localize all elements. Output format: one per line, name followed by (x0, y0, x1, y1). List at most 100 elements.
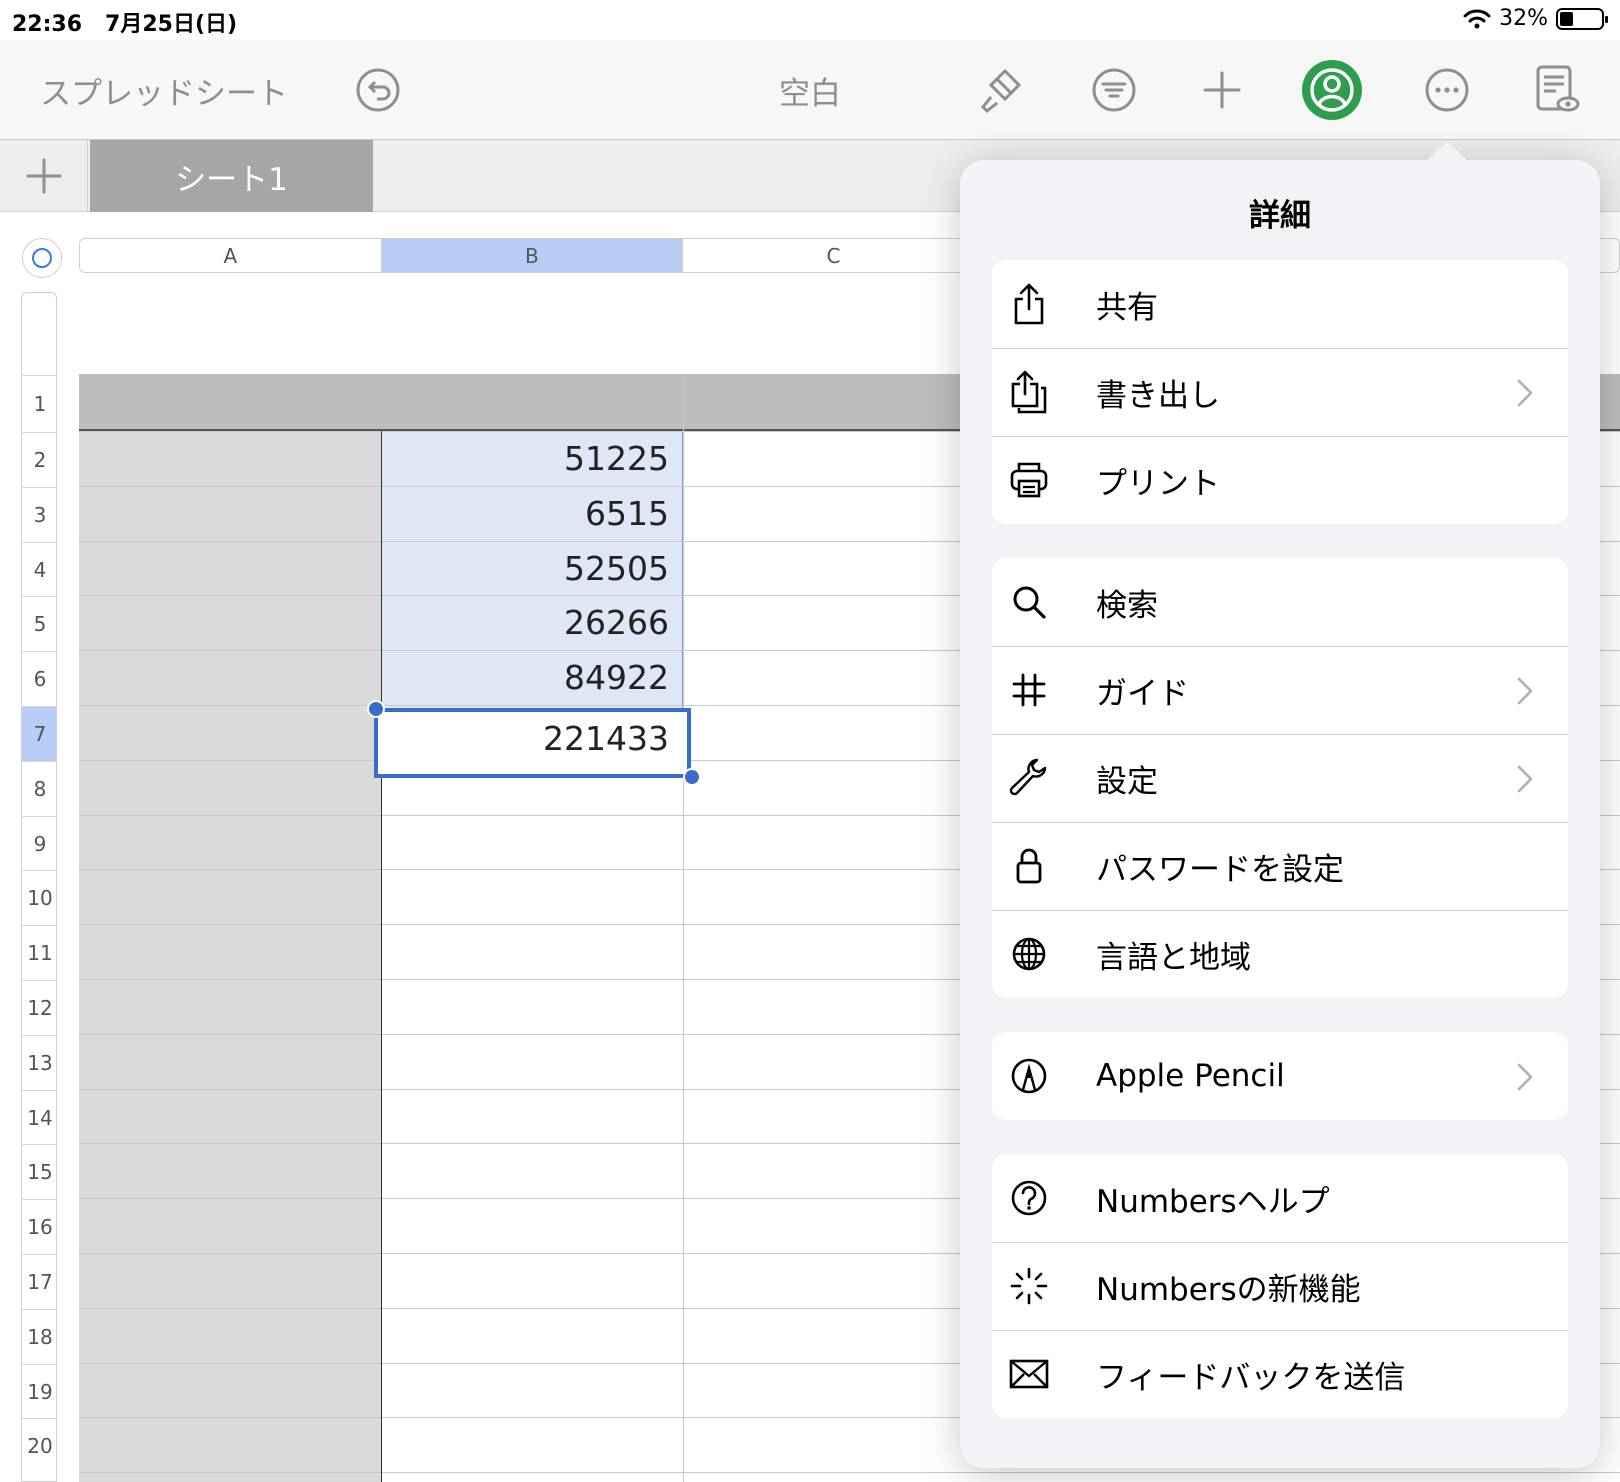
menu-item-label: 設定 (1096, 763, 1158, 800)
grid-row-line (79, 1472, 1620, 1474)
menu-item-printer[interactable]: プリント (992, 436, 1568, 524)
chevron-right-icon (1516, 764, 1534, 798)
column-header-a[interactable]: A (80, 239, 382, 272)
cell-b3[interactable]: 6515 (381, 486, 683, 542)
menu-item-label: 書き出し (1096, 377, 1220, 414)
more-menu-popover: 詳細 共有書き出しプリント検索ガイド設定パスワードを設定 言語と地域 Apple P… (960, 142, 1600, 1468)
add-sheet-button[interactable] (0, 140, 88, 212)
filter-icon (1092, 68, 1136, 112)
collaborate-button[interactable] (1300, 58, 1364, 122)
chevron-right-icon (1516, 1062, 1534, 1096)
row-header-9[interactable]: 9 (22, 815, 56, 871)
cell-b5[interactable]: 26266 (381, 595, 683, 651)
insert-button[interactable] (1190, 58, 1254, 122)
plus-icon (1203, 71, 1241, 109)
row-header-8[interactable]: 8 (22, 760, 56, 816)
menu-item-label: 検索 (1096, 587, 1158, 624)
menu-item-wrench[interactable]: 設定 (992, 734, 1568, 822)
status-time: 22:36 7月25日(日) (12, 6, 237, 38)
menu-item-lock[interactable]: パスワードを設定 (992, 822, 1568, 910)
reader-view-button[interactable] (1525, 58, 1589, 122)
row-header-14[interactable]: 14 (22, 1089, 56, 1145)
wifi-icon (1463, 9, 1491, 28)
row-header-4[interactable]: 4 (22, 541, 56, 597)
row-header-3[interactable]: 3 (22, 486, 56, 542)
menu-item-label: Apple Pencil (1096, 1058, 1285, 1094)
menu-group-4: Numbersヘルプ Numbersの新機能フィードバックを送信 (992, 1154, 1568, 1418)
menu-group-1: 共有書き出しプリント (992, 260, 1568, 524)
collaborate-icon (1302, 60, 1362, 120)
menu-group-3: Apple Pencil (992, 1032, 1568, 1120)
menu-item-sparkle[interactable]: Numbersの新機能 (992, 1242, 1568, 1330)
grid-column-line (683, 374, 684, 1482)
menu-item-grid-hash[interactable]: ガイド (992, 646, 1568, 734)
menu-item-export[interactable]: 書き出し (992, 348, 1568, 436)
battery-icon (1556, 7, 1608, 30)
row-header-7[interactable]: 7 (22, 706, 56, 761)
row-header-11[interactable]: 11 (22, 925, 56, 980)
menu-item-label: 共有 (1096, 289, 1158, 326)
menu-item-label: ガイド (1096, 675, 1189, 712)
clock-time: 22:36 (12, 12, 83, 37)
menu-item-help[interactable]: Numbersヘルプ (992, 1154, 1568, 1242)
undo-icon (356, 68, 400, 112)
menu-item-globe[interactable]: 言語と地域 (992, 910, 1568, 998)
reader-view-icon (1536, 65, 1580, 112)
more-button[interactable] (1415, 58, 1479, 122)
row-header-bar: 1 2 3 4 5 6 7 8 9 10 11 12 13 14 15 16 17 18 19 20 (21, 292, 57, 1482)
clock-date: 7月25日(日) (105, 12, 238, 37)
row-header-19[interactable]: 19 (22, 1363, 56, 1419)
status-right: 32% (1463, 6, 1608, 31)
circle-icon (32, 248, 52, 268)
row-header-20[interactable]: 20 (22, 1418, 56, 1473)
menu-item-share[interactable]: 共有 (992, 260, 1568, 348)
menu-item-pencil-tip[interactable]: Apple Pencil (992, 1032, 1568, 1120)
sort-filter-button[interactable] (1082, 58, 1146, 122)
cell-b2[interactable]: 51225 (381, 431, 683, 487)
popover-title: 詳細 (1249, 198, 1311, 234)
format-button[interactable] (970, 58, 1034, 122)
menu-item-label: Numbersヘルプ (1096, 1183, 1330, 1220)
cell-b6[interactable]: 84922 (381, 650, 683, 706)
toolbar: スプレッドシート 空白 (0, 40, 1620, 140)
cell-b4[interactable]: 52505 (381, 541, 683, 597)
column-header-b[interactable]: B (381, 239, 684, 272)
selection-handle-bottom-right[interactable] (683, 768, 701, 786)
menu-item-label: Numbersの新機能 (1096, 1271, 1361, 1308)
selection-handle-top-left[interactable] (367, 700, 385, 718)
chevron-right-icon (1516, 676, 1534, 710)
spreadsheets-back-button[interactable]: スプレッドシート (40, 68, 288, 113)
table-select-handle[interactable] (22, 238, 62, 278)
popover-arrow (1425, 142, 1469, 162)
row-header-15[interactable]: 15 (22, 1144, 56, 1199)
row-header-13[interactable]: 13 (22, 1034, 56, 1090)
cell-b7[interactable]: 221433 (381, 711, 683, 767)
column-header-c[interactable]: C (683, 239, 985, 272)
menu-item-label: フィードバックを送信 (1096, 1359, 1406, 1396)
row-header-18[interactable]: 18 (22, 1308, 56, 1364)
row-header-6[interactable]: 6 (22, 651, 56, 706)
menu-item-label: パスワードを設定 (1096, 851, 1344, 888)
menu-group-2: 検索ガイド設定パスワードを設定 言語と地域 (992, 558, 1568, 998)
undo-button[interactable] (346, 58, 410, 122)
row-header-12[interactable]: 12 (22, 980, 56, 1035)
paintbrush-icon (980, 68, 1022, 114)
battery-percent: 32% (1499, 6, 1548, 31)
row-header-1[interactable]: 1 (22, 375, 56, 432)
plus-icon (26, 158, 61, 194)
menu-item-mail[interactable]: フィードバックを送信 (992, 1330, 1568, 1418)
battery-fill (1560, 11, 1573, 26)
row-header-2[interactable]: 2 (22, 432, 56, 487)
more-icon (1425, 68, 1469, 112)
status-bar: 22:36 7月25日(日) 32% (0, 0, 1620, 40)
tab-sheet-1[interactable]: シート1 (90, 140, 373, 212)
table-header-column (79, 431, 381, 1482)
row-header-5[interactable]: 5 (22, 596, 56, 651)
menu-item-search[interactable]: 検索 (992, 558, 1568, 646)
row-header-16[interactable]: 16 (22, 1199, 56, 1254)
chevron-right-icon (1516, 378, 1534, 412)
row-header-17[interactable]: 17 (22, 1254, 56, 1309)
row-header-10[interactable]: 10 (22, 870, 56, 925)
menu-item-label: プリント (1096, 465, 1220, 502)
menu-item-label: 言語と地域 (1096, 939, 1251, 976)
